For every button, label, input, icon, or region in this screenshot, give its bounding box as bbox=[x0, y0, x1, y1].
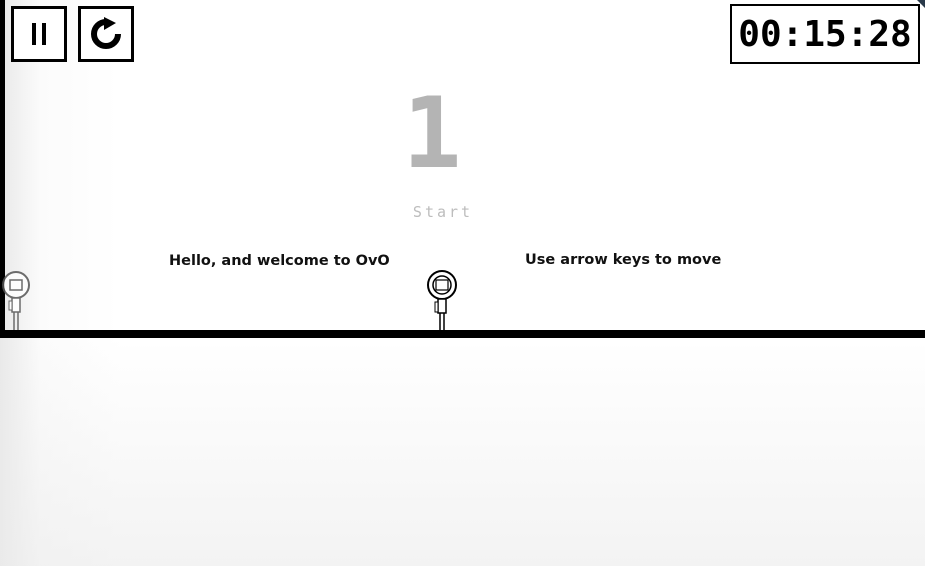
timer-text: 00:15:28 bbox=[738, 13, 912, 55]
player-character bbox=[427, 270, 457, 331]
pause-button[interactable] bbox=[11, 6, 67, 62]
welcome-sign: Hello, and welcome to OvO bbox=[169, 253, 390, 269]
pause-icon bbox=[32, 23, 46, 45]
restart-icon bbox=[91, 17, 121, 49]
controls-sign: Use arrow keys to move bbox=[525, 252, 722, 268]
level-name: Start bbox=[412, 203, 474, 221]
level-number: 1 bbox=[402, 77, 462, 191]
ground-platform bbox=[0, 330, 925, 338]
game-stage[interactable]: 00:15:28 1 Start Hello, and welcome to O… bbox=[0, 0, 925, 566]
ghost-character bbox=[2, 271, 30, 330]
restart-button[interactable] bbox=[78, 6, 134, 62]
timer-display: 00:15:28 bbox=[730, 4, 920, 64]
